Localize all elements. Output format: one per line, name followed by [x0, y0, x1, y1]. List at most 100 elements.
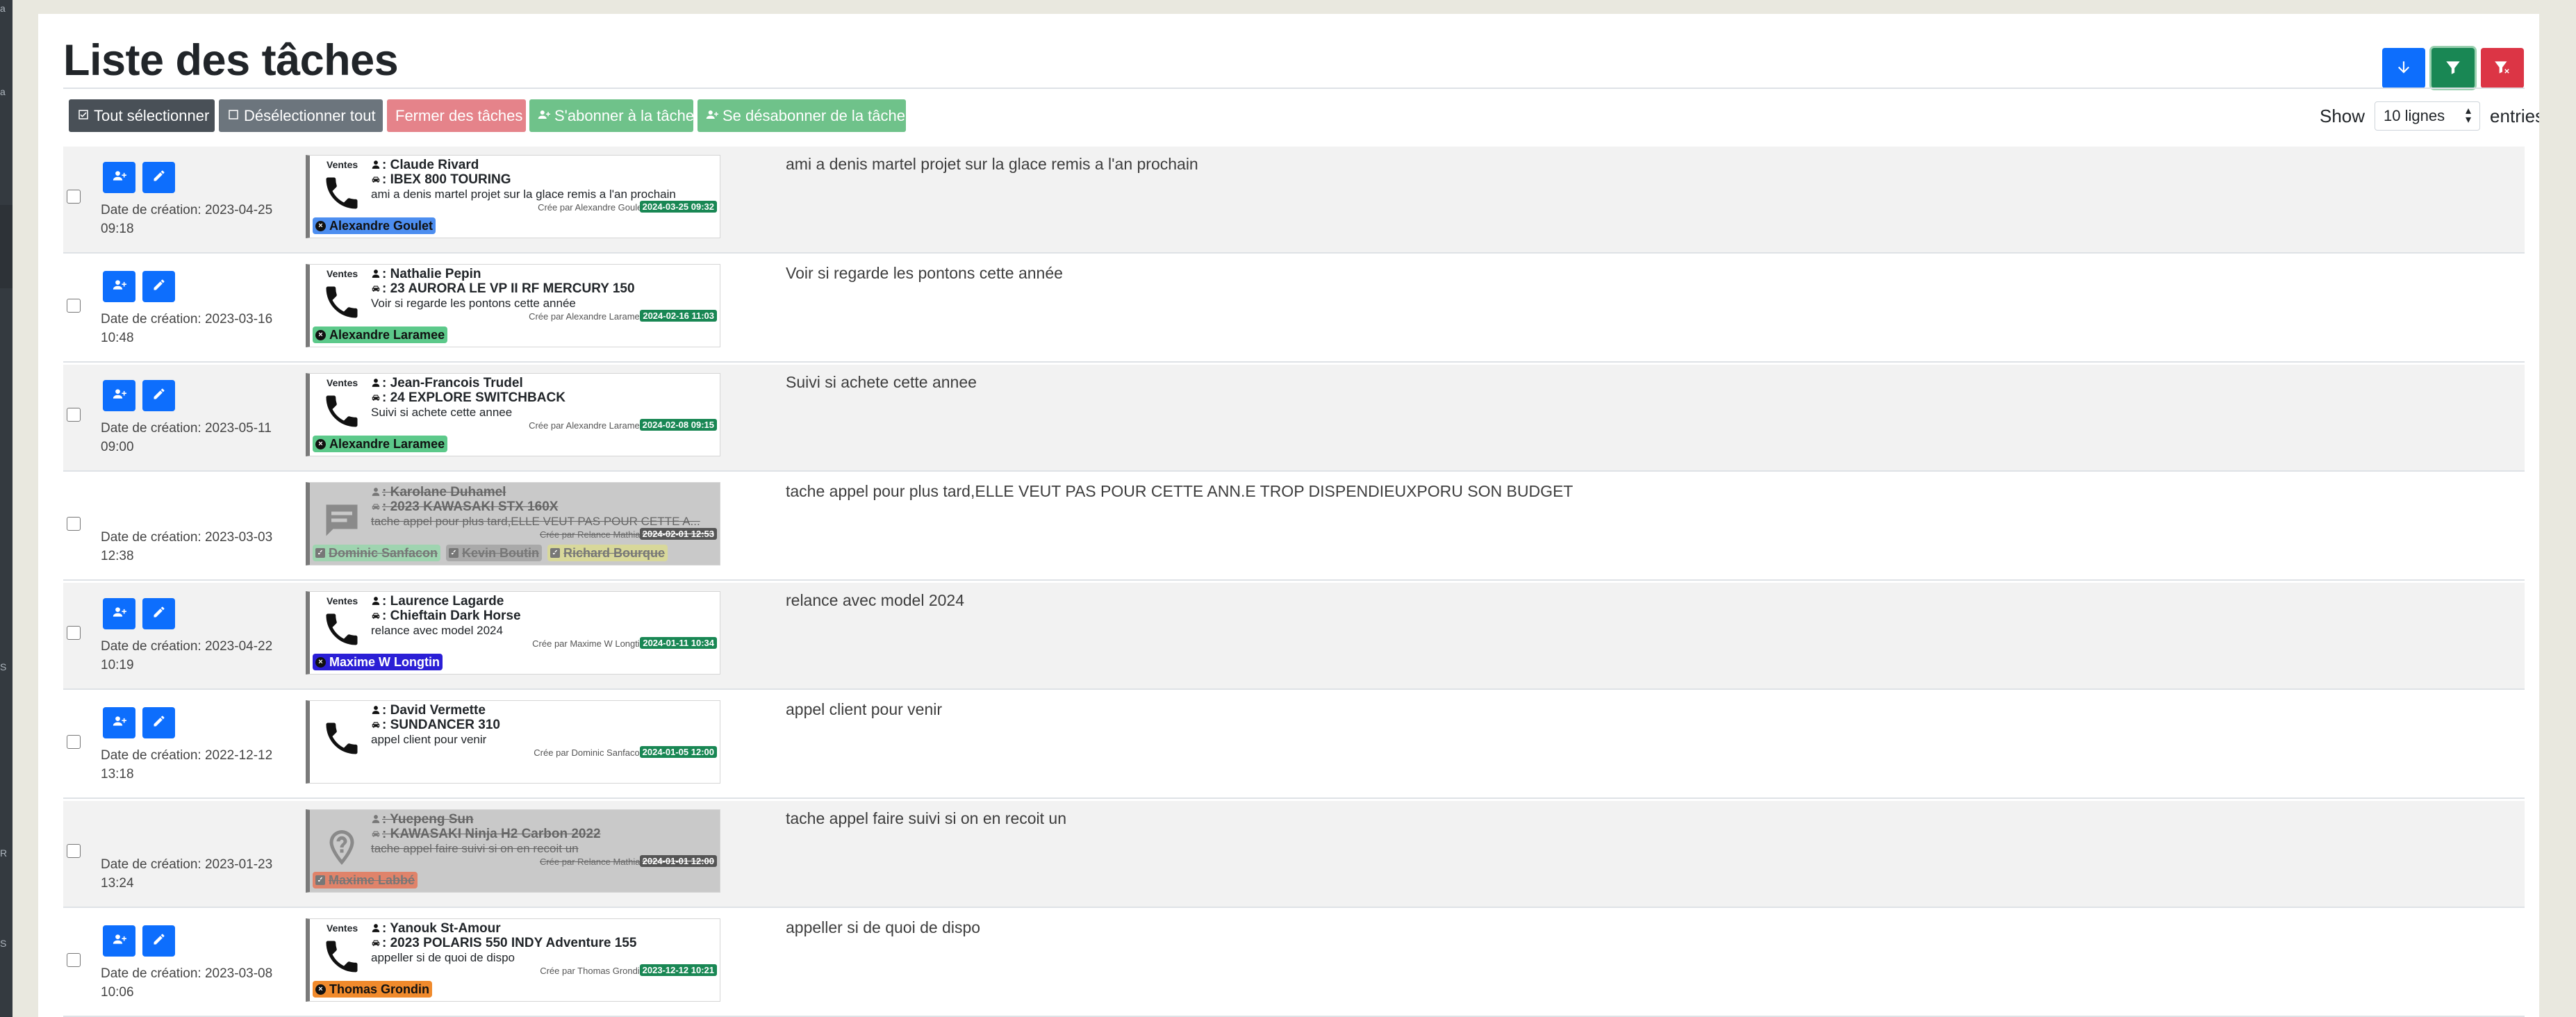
phone-icon	[321, 609, 363, 650]
assign-user-button[interactable]	[103, 598, 135, 629]
phone-icon	[321, 172, 363, 214]
contact-name: : David Vermette	[382, 703, 486, 718]
contact-name: : Yuepeng Sun	[382, 812, 474, 827]
select-all-label: Tout sélectionner	[94, 106, 210, 124]
creation-time: 13:24	[101, 876, 134, 891]
pencil-icon	[152, 387, 166, 404]
row-select-checkbox[interactable]	[67, 735, 81, 749]
task-note: relance avec model 2024	[371, 624, 503, 637]
person-icon	[371, 377, 381, 387]
title-divider	[63, 88, 2525, 89]
edit-task-button[interactable]	[142, 162, 175, 193]
assign-user-button[interactable]	[103, 162, 135, 193]
assignee-list: ✓ Dominic Sanfacon ✓ Kevin Boutin ✓ Richard B…	[313, 545, 668, 561]
row-select-checkbox[interactable]	[67, 626, 81, 640]
task-vehicle: : IBEX 800 TOURING	[371, 172, 511, 188]
row-select-checkbox[interactable]	[67, 190, 81, 204]
assign-user-button[interactable]	[103, 271, 135, 302]
task-list-panel: Liste des tâches Tout sélectionner Désél…	[38, 14, 2539, 1017]
assign-user-button[interactable]	[103, 925, 135, 957]
row-select-checkbox[interactable]	[67, 517, 81, 531]
task-description: tache appel faire suivi si on en recoit …	[786, 809, 1067, 827]
edit-task-button[interactable]	[142, 925, 175, 957]
close-tasks-button[interactable]: Fermer des tâches	[387, 99, 526, 132]
creation-date-label: Date de création: 2023-03-03	[101, 530, 273, 545]
sidebar-item-letter[interactable]: S	[0, 661, 13, 672]
checkbox-empty-icon	[227, 107, 244, 125]
checkbox-checked-icon: ✓	[449, 548, 459, 558]
task-row: Date de création: 2023-03-03 12:38: Karol…	[63, 474, 2525, 581]
task-contact: : Claude Rivard	[371, 158, 479, 173]
entries-select[interactable]: 10 lignes ▴ ▾	[2375, 101, 2481, 131]
car-icon	[371, 282, 381, 292]
close-circle-icon: ×	[315, 329, 326, 340]
creation-date-label: Date de création: 2023-03-16	[101, 312, 273, 326]
task-vehicle: : KAWASAKI Ninja H2 Carbon 2022	[371, 827, 601, 842]
task-card[interactable]: : David Vermette: SUNDANCER 310 appel cli…	[306, 700, 720, 784]
creation-time: 10:19	[101, 658, 134, 672]
row-select-checkbox[interactable]	[67, 299, 81, 313]
task-card[interactable]: Ventes: Yanouk St-Amour: 2023 POLARIS 55…	[306, 918, 720, 1002]
edit-task-button[interactable]	[142, 380, 175, 411]
assignee-list: ✓ Maxime Labbé	[313, 872, 418, 888]
select-all-button[interactable]: Tout sélectionner	[69, 99, 215, 132]
assignee-badge[interactable]: ✓ Dominic Sanfacon	[313, 545, 441, 561]
assignee-badge[interactable]: × Alexandre Goulet	[313, 217, 436, 234]
task-card[interactable]: Ventes: Jean-Francois Trudel: 24 EXPLORE…	[306, 373, 720, 456]
arrow-down-icon	[2395, 58, 2413, 78]
task-card[interactable]: Ventes: Nathalie Pepin: 23 AURORA LE VP …	[306, 264, 720, 347]
unsubscribe-label: Se désabonner de la tâche	[723, 106, 905, 124]
row-select-checkbox[interactable]	[67, 953, 81, 967]
row-select-checkbox[interactable]	[67, 408, 81, 422]
car-icon	[371, 827, 381, 837]
sidebar-item-letter[interactable]: S	[0, 938, 13, 949]
assignee-name: Alexandre Laramee	[329, 327, 445, 342]
assignee-badge[interactable]: ✓ Richard Bourque	[547, 545, 668, 561]
pencil-icon	[152, 714, 166, 731]
edit-task-button[interactable]	[142, 707, 175, 738]
task-vehicle: : SUNDANCER 310	[371, 718, 500, 733]
task-note: Suivi si achete cette annee	[371, 406, 513, 419]
task-category: Ventes	[327, 159, 358, 170]
creation-time: 09:00	[101, 440, 134, 454]
contact-name: : Laurence Lagarde	[382, 594, 504, 609]
assignee-badge[interactable]: × Thomas Grondin	[313, 981, 432, 998]
subscribe-button[interactable]: S'abonner à la tâche	[529, 99, 695, 132]
assignee-badge[interactable]: ✓ Kevin Boutin	[446, 545, 543, 561]
task-card[interactable]: Ventes: Laurence Lagarde: Chieftain Dark…	[306, 591, 720, 675]
sort-down-button[interactable]	[2382, 48, 2425, 88]
assignee-badge[interactable]: × Alexandre Laramee	[313, 326, 448, 343]
assignee-badge[interactable]: ✓ Maxime Labbé	[313, 872, 418, 888]
edit-task-button[interactable]	[142, 598, 175, 629]
row-select-checkbox[interactable]	[67, 844, 81, 858]
person-icon	[371, 813, 381, 823]
unsubscribe-button[interactable]: Se désabonner de la tâche	[697, 99, 906, 132]
clear-filter-button[interactable]	[2481, 48, 2524, 88]
deselect-all-button[interactable]: Désélectionner tout	[219, 99, 383, 132]
assign-user-button[interactable]	[103, 380, 135, 411]
task-card[interactable]: : Karolane Duhamel: 2023 KAWASAKI STX 16…	[306, 482, 720, 565]
app-sidebar: a a S R S	[0, 0, 13, 1017]
sidebar-item-letter[interactable]: a	[0, 3, 13, 14]
sidebar-item-letter[interactable]: a	[0, 86, 13, 97]
task-vehicle: : 2023 KAWASAKI STX 160X	[371, 499, 558, 515]
assignee-badge[interactable]: × Maxime W Longtin	[313, 654, 443, 670]
assignee-badge[interactable]: × Alexandre Laramee	[313, 436, 448, 452]
creation-date: Date de création: 2023-03-08 10:06	[101, 964, 272, 1002]
task-due-date-badge: 2024-01-11 10:34	[640, 637, 717, 649]
task-created-by: Crée par Relance Mathias	[539, 529, 645, 540]
assignee-name: Thomas Grondin	[329, 982, 429, 996]
task-contact: : David Vermette	[371, 703, 486, 718]
assign-user-button[interactable]	[103, 707, 135, 738]
creation-date-label: Date de création: 2023-05-11	[101, 421, 272, 436]
task-due-date-badge: 2024-02-08 09:15	[639, 419, 717, 431]
creation-time: 13:18	[101, 767, 134, 782]
task-card[interactable]: : Yuepeng Sun: KAWASAKI Ninja H2 Carbon …	[306, 809, 720, 893]
edit-task-button[interactable]	[142, 271, 175, 302]
assignee-name: Maxime W Longtin	[329, 654, 440, 669]
sidebar-item-letter[interactable]: R	[0, 848, 13, 859]
phone-icon	[321, 390, 363, 432]
filter-button[interactable]	[2431, 48, 2475, 88]
subscribe-label: S'abonner à la tâche	[554, 106, 695, 124]
task-card[interactable]: Ventes: Claude Rivard: IBEX 800 TOURING a…	[306, 155, 720, 238]
